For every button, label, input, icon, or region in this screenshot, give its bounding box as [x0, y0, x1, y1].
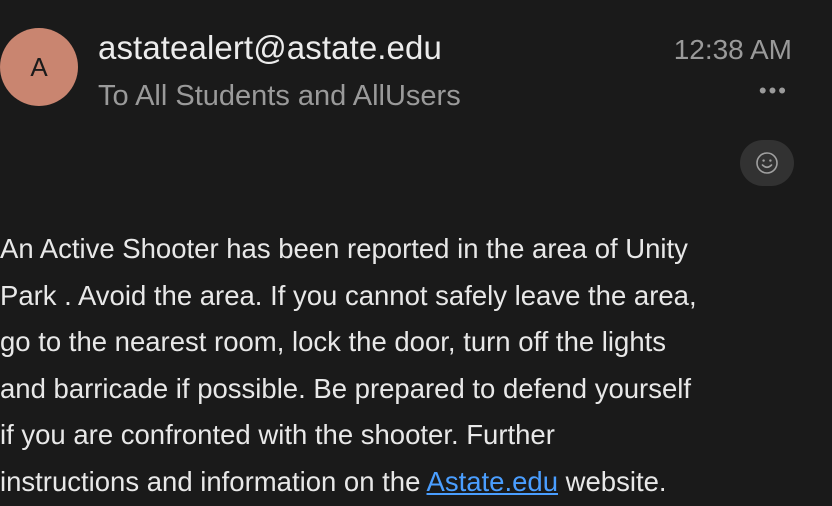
- message-body: An Active Shooter has been reported in t…: [0, 226, 830, 505]
- avatar-initial: A: [30, 51, 48, 82]
- body-line: An Active Shooter has been reported in t…: [0, 233, 688, 264]
- body-text-segment: website.: [558, 465, 667, 497]
- avatar[interactable]: A: [0, 28, 78, 106]
- sender-address[interactable]: astatealert@astate.edu: [98, 29, 442, 67]
- astate-link[interactable]: Astate.edu: [427, 466, 558, 497]
- more-options-icon[interactable]: •••: [759, 78, 788, 104]
- body-line: and barricade if possible. Be prepared t…: [0, 372, 691, 404]
- body-line: go to the nearest room, lock the door, t…: [0, 326, 667, 357]
- recipients-line[interactable]: To All Students and AllUsers: [98, 80, 461, 113]
- email-view: A astatealert@astate.edu To All Students…: [0, 0, 832, 506]
- add-reaction-button[interactable]: [740, 140, 794, 186]
- body-line: instructions and information on the Asta…: [0, 459, 830, 506]
- smiley-icon: [756, 152, 778, 174]
- body-text-segment: instructions and information on the: [0, 465, 427, 497]
- message-time: 12:38 AM: [673, 34, 792, 65]
- body-line: if you are confronted with the shooter. …: [0, 419, 555, 450]
- body-line: Park . Avoid the area. If you cannot saf…: [0, 279, 697, 311]
